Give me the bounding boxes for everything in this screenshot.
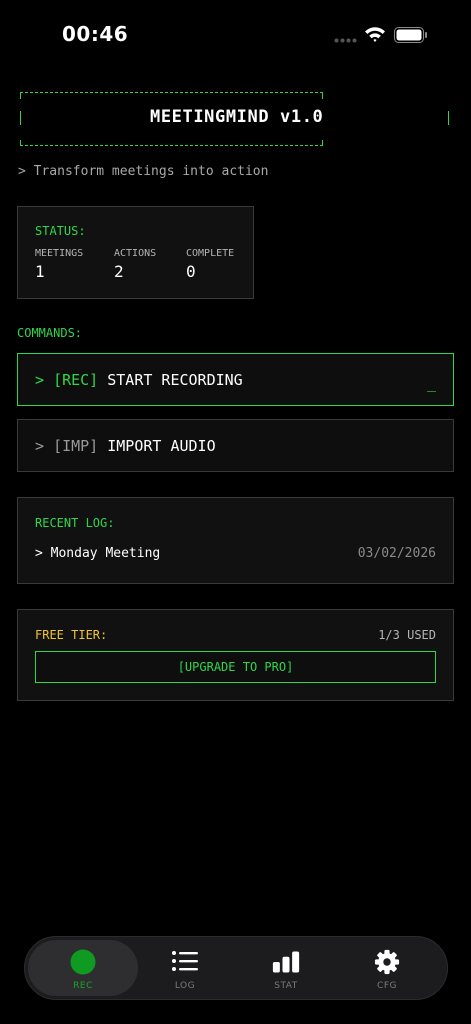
stat-complete: COMPLETE 0 — [186, 248, 234, 281]
tagline: > Transform meetings into action — [18, 164, 269, 179]
gear-icon — [374, 949, 400, 975]
imp-tag: [IMP] — [53, 437, 99, 455]
title-left-marker — [20, 111, 21, 125]
tab-bar: REC LOG STAT CFG — [24, 936, 448, 1000]
tab-stat[interactable]: STAT — [231, 940, 341, 996]
app-title: MEETINGMIND v1.0 — [150, 107, 324, 127]
commands-label: COMMANDS: — [17, 326, 83, 340]
start-recording-button[interactable]: > [REC] START RECORDING _ — [17, 353, 454, 406]
list-icon — [172, 951, 198, 971]
stat-label: COMPLETE — [186, 248, 235, 259]
prompt-glyph: > — [35, 371, 45, 389]
blinking-cursor: _ — [426, 374, 436, 392]
tab-label: LOG — [174, 981, 196, 991]
log-entry-date: 03/02/2026 — [357, 546, 436, 561]
free-tier-card: FREE TIER: 1/3 USED [UPGRADE TO PRO] — [17, 609, 454, 701]
stat-meetings: MEETINGS 1 — [35, 248, 83, 281]
tab-rec[interactable]: REC — [28, 940, 138, 996]
log-entry[interactable]: > Monday Meeting 03/02/2026 — [35, 546, 436, 564]
stat-value: 0 — [186, 262, 196, 281]
title-right-marker — [448, 111, 449, 125]
upgrade-to-pro-button[interactable]: [UPGRADE TO PRO] — [35, 651, 436, 683]
record-dot-icon — [70, 949, 96, 975]
clock: 00:46 — [62, 22, 129, 46]
stat-value: 2 — [114, 262, 124, 281]
tab-label: CFG — [377, 981, 397, 991]
import-audio-button[interactable]: > [IMP] IMPORT AUDIO — [17, 419, 454, 472]
status-card: STATUS: MEETINGS 1 ACTIONS 2 COMPLETE 0 — [17, 206, 254, 299]
rec-tag: [REC] — [53, 371, 99, 389]
status-bar: 00:46 — [0, 0, 471, 70]
stat-label: ACTIONS — [114, 248, 157, 259]
bar-chart-icon — [272, 951, 300, 973]
free-tier-label: FREE TIER: — [35, 628, 108, 642]
recent-log-card: RECENT LOG: > Monday Meeting 03/02/2026 — [17, 497, 454, 584]
log-entry-title: > Monday Meeting — [35, 546, 161, 561]
status-label: STATUS: — [35, 224, 86, 238]
prompt-glyph: > — [35, 437, 45, 455]
cellular-signal-icon — [334, 38, 357, 43]
tab-label: STAT — [274, 981, 298, 991]
tab-cfg[interactable]: CFG — [332, 940, 442, 996]
recent-log-label: RECENT LOG: — [35, 516, 115, 530]
stat-label: MEETINGS — [35, 248, 84, 259]
tab-label: REC — [73, 981, 93, 991]
tab-log[interactable]: LOG — [130, 940, 240, 996]
stat-actions: ACTIONS 2 — [114, 248, 156, 281]
stat-value: 1 — [35, 262, 45, 281]
start-recording-label: START RECORDING — [107, 371, 243, 389]
battery-icon — [394, 27, 427, 43]
wifi-icon — [365, 27, 385, 42]
import-audio-label: IMPORT AUDIO — [107, 437, 216, 455]
usage-counter: 1/3 USED — [378, 628, 436, 642]
